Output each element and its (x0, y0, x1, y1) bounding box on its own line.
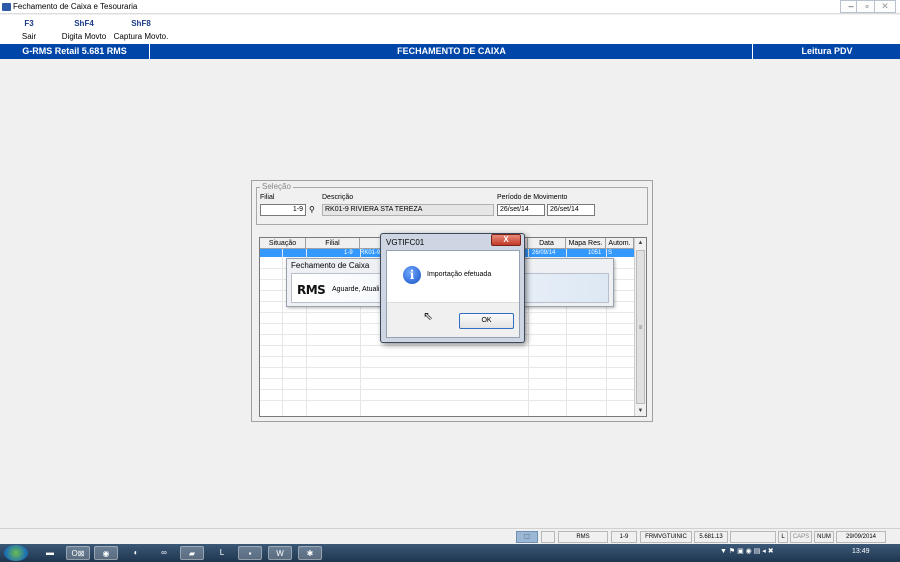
grid-col-line (282, 249, 283, 416)
grid-vertical-scrollbar[interactable]: ▲ ≡ ▼ (634, 238, 646, 416)
cell-data: 26/09/14 (532, 250, 556, 256)
ok-button[interactable]: OK (459, 313, 514, 329)
taskbar-rms-icon[interactable]: ▪ (238, 546, 262, 560)
status-date: 29/09/2014 (836, 531, 886, 543)
status-bar: ⬚ RMS 1-9 FRMVGTUINIC 5.681.13 L CAPS NU… (0, 528, 900, 544)
status-version: 5.681.13 (694, 531, 728, 543)
filial-label: Filial (260, 194, 275, 201)
descricao-label: Descrição (322, 194, 354, 201)
network-status-icon: ⬚ (516, 531, 538, 543)
window-title-bar: Fechamento de Caixa e Tesouraria – ▫ ✕ (0, 0, 900, 14)
status-program: FRMVGTUINIC (640, 531, 692, 543)
mode-label: Leitura PDV (801, 46, 853, 56)
grid-row-line (260, 389, 634, 390)
col-header-data[interactable]: Data (528, 238, 566, 249)
selecao-group: Seleção Filial 1-9 ⚲ Descrição RK01-9 RI… (256, 182, 648, 225)
taskbar-word-icon[interactable]: W (268, 546, 292, 560)
fkey-label: Captura Movto. (113, 32, 169, 41)
mouse-cursor-icon: ⇖ (423, 309, 434, 323)
grid-row-line (260, 367, 634, 368)
filial-field[interactable]: 1-9 (260, 204, 306, 216)
popup-message: Aguarde, Atuali (332, 286, 380, 293)
descricao-field: RK01-9 RIVIERA STA TEREZA (322, 204, 494, 216)
cell-autom: S (608, 250, 613, 256)
fkey-captura-movto-button[interactable]: ShF8 Captura Movto. (113, 19, 169, 41)
selecao-legend: Seleção (260, 182, 293, 191)
info-icon: i (403, 266, 421, 284)
taskbar-terminal-icon[interactable]: ▰ (180, 546, 204, 560)
taskbar-clock: 13:49 (852, 548, 870, 555)
fkey-code: ShF8 (131, 19, 151, 28)
taskbar-app-icon[interactable]: ∞ (152, 546, 176, 560)
cell-filial: 1-9 (344, 250, 353, 256)
windows-taskbar: ▬ O⊠ ◉ ◐ ∞ ▰ L ▪ W ✱ ▼ ⚑ ▣ ◉ ▤ ◂ ✖ 13:49 (0, 544, 900, 562)
taskbar-paint-icon[interactable]: ✱ (298, 546, 322, 560)
status-num: NUM (814, 531, 834, 543)
clipboard-icon (541, 531, 555, 543)
scroll-down-icon[interactable]: ▼ (635, 406, 646, 416)
fkey-code: ShF4 (74, 19, 94, 28)
status-l: L (778, 531, 788, 543)
binoculars-search-icon[interactable]: ⚲ (309, 205, 315, 214)
taskbar-lync-icon[interactable]: L (210, 546, 234, 560)
module-header-bar: G-RMS Retail 5.681 RMS FECHAMENTO DE CAI… (0, 44, 900, 59)
status-user: RMS (558, 531, 608, 543)
cell-mapa: 1051 (588, 250, 602, 256)
col-header-filial[interactable]: Filial (306, 238, 360, 249)
grid-row-line (260, 378, 634, 379)
scroll-thumb[interactable]: ≡ (636, 250, 645, 404)
taskbar-firefox-icon[interactable]: ◉ (94, 546, 118, 560)
col-header-autom[interactable]: Autom. (606, 238, 634, 249)
rms-logo: RMS (297, 283, 326, 297)
scroll-up-icon[interactable]: ▲ (635, 238, 646, 248)
app-icon (2, 3, 11, 11)
grid-row-line (260, 356, 634, 357)
system-tray-icons[interactable]: ▼ ⚑ ▣ ◉ ▤ ◂ ✖ (720, 547, 774, 555)
taskbar-outlook-icon[interactable]: O⊠ (66, 546, 90, 560)
popup-title: Fechamento de Caixa (291, 261, 370, 270)
status-caps: CAPS (790, 531, 812, 543)
periodo-label: Período de Movimento (497, 194, 568, 201)
page-title: FECHAMENTO DE CAIXA (151, 44, 753, 59)
close-window-button[interactable]: ✕ (874, 0, 896, 13)
dialog-footer: ⇖ OK (387, 302, 519, 337)
message-dialog: VGTIFC01 X i Importação efetuada ⇖ OK (380, 233, 525, 343)
start-button[interactable] (4, 545, 28, 561)
fkey-label: Digita Movto (61, 32, 107, 41)
system-version-label: G-RMS Retail 5.681 RMS (0, 44, 150, 59)
fkey-code: F3 (24, 19, 34, 28)
dialog-close-button[interactable]: X (491, 234, 521, 246)
dialog-title: VGTIFC01 (386, 238, 425, 247)
dialog-content: i Importação efetuada ⇖ OK (386, 250, 520, 338)
taskbar-chrome-icon[interactable]: ◐ (124, 546, 148, 560)
status-blank (730, 531, 776, 543)
taskbar-explorer-icon[interactable]: ▬ (38, 546, 62, 560)
fkey-label: Sair (21, 32, 37, 41)
grid-row-line (260, 400, 634, 401)
fkey-digita-movto-button[interactable]: ShF4 Digita Movto (58, 19, 110, 41)
periodo-fim-field[interactable]: 26/set/14 (547, 204, 595, 216)
fkey-sair-button[interactable]: F3 Sair (18, 19, 40, 41)
periodo-inicio-field[interactable]: 26/set/14 (497, 204, 545, 216)
status-filial: 1-9 (611, 531, 637, 543)
dialog-message: Importação efetuada (427, 271, 492, 278)
col-header-situacao[interactable]: Situação (260, 238, 306, 249)
window-title: Fechamento de Caixa e Tesouraria (13, 2, 138, 11)
col-header-mapa-res[interactable]: Mapa Res. (566, 238, 606, 249)
function-key-toolbar: F3 Sair ShF4 Digita Movto ShF8 Captura M… (0, 15, 900, 44)
grid-row-line (260, 345, 634, 346)
